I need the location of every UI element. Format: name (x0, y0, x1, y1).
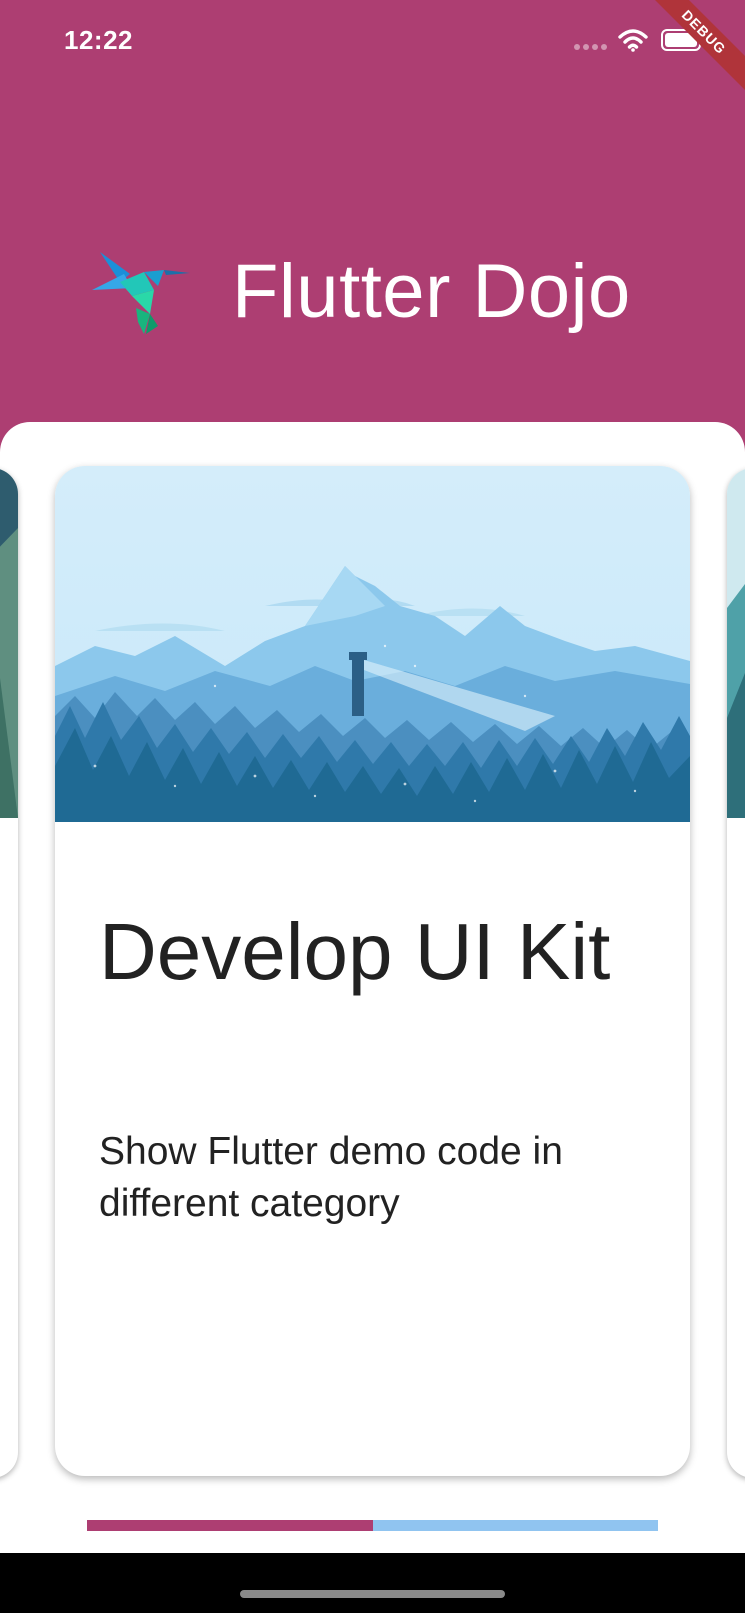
home-indicator[interactable] (240, 1590, 505, 1598)
feature-card[interactable]: Develop UI Kit Show Flutter demo code in… (55, 466, 690, 1476)
card-title: Develop UI Kit (99, 907, 611, 996)
content-panel: Develop UI Kit Show Flutter demo code in… (0, 422, 745, 1553)
wifi-icon (618, 29, 648, 52)
status-time: 12:22 (64, 25, 133, 55)
app-title: Flutter Dojo (232, 249, 631, 334)
page-indicator-active (87, 1520, 373, 1531)
page-indicator (87, 1520, 658, 1531)
card-illustration (55, 466, 690, 822)
previous-card[interactable] (0, 468, 18, 1478)
status-bar: 12:22 DEBUG (0, 0, 745, 101)
hummingbird-logo-icon (92, 252, 190, 334)
next-card-image (727, 468, 745, 818)
previous-card-image (0, 468, 18, 818)
next-card[interactable] (727, 468, 745, 1478)
card-subtitle: Show Flutter demo code in different cate… (99, 1130, 563, 1225)
app-screen: 12:22 DEBUG Flutter Dojo Develop UI Kit … (0, 0, 745, 1553)
cellular-signal-icon (574, 44, 607, 50)
